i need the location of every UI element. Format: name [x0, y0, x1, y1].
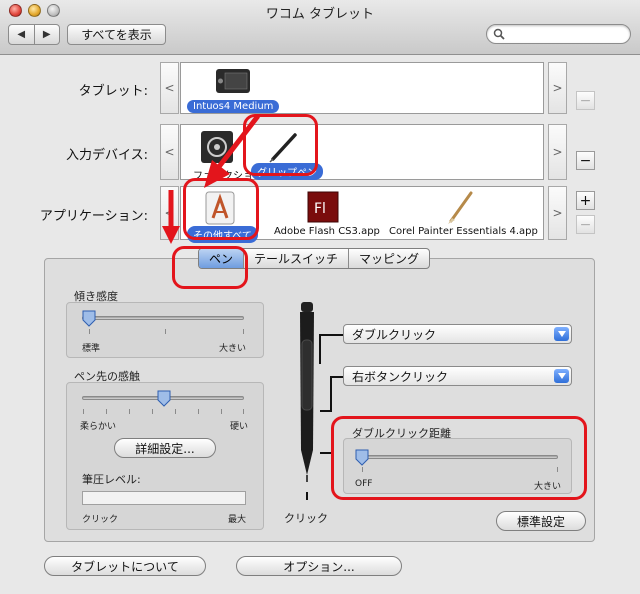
tablet-remove-button[interactable]: − [576, 91, 595, 110]
options-button[interactable]: オプション... [236, 556, 402, 576]
connector-tip [320, 452, 333, 454]
tip-feel-slider-thumb[interactable] [157, 390, 171, 407]
app-add-button[interactable]: + [576, 191, 595, 210]
svg-text:Fl: Fl [314, 201, 326, 217]
connector-lower [320, 410, 331, 412]
lower-button-value: 右ボタンクリック [352, 369, 449, 384]
tilt-min-label: 標準 [82, 344, 101, 354]
tip-tick [243, 409, 244, 414]
pressure-max-label: 最大 [228, 515, 247, 525]
tab-pen[interactable]: ペン [199, 249, 244, 268]
details-button[interactable]: 詳細設定... [114, 438, 216, 458]
forward-button[interactable]: ▶ [33, 25, 60, 44]
tablet-scroll-right[interactable]: > [548, 62, 567, 114]
pressure-level-label: 筆圧レベル: [82, 473, 141, 486]
tip-tick [175, 409, 176, 414]
tilt-max-label: 大きい [219, 344, 247, 354]
app-item-painter[interactable]: Corel Painter Essentials 4.app [389, 226, 538, 237]
pen-illustration [300, 302, 314, 500]
tablet-row-label: タブレット: [78, 84, 148, 99]
dropdown-arrow-icon [554, 327, 569, 341]
upper-button-select[interactable]: ダブルクリック [343, 324, 572, 344]
about-tablet-button[interactable]: タブレットについて [44, 556, 206, 576]
double-click-min-label: OFF [355, 479, 373, 489]
grip-pen-icon [269, 133, 297, 163]
pen-tip-label: クリック [284, 512, 328, 525]
tip-max-label: 硬い [230, 422, 249, 432]
app-item-flash[interactable]: Adobe Flash CS3.app [274, 226, 380, 237]
dbl-tick [557, 467, 558, 472]
tip-tick [198, 409, 199, 414]
tilt-tick [243, 329, 244, 334]
tip-tick [221, 409, 222, 414]
upper-button-value: ダブルクリック [352, 327, 437, 342]
back-forward-control: ◀ ▶ [8, 24, 60, 45]
double-click-slider-track[interactable] [356, 455, 558, 459]
back-button[interactable]: ◀ [9, 25, 34, 44]
double-click-max-label: 大きい [534, 482, 562, 492]
double-click-slider-thumb[interactable] [355, 449, 369, 466]
tip-tick [152, 409, 153, 414]
tip-min-label: 柔らかい [80, 422, 117, 432]
tab-mapping[interactable]: マッピング [348, 249, 429, 268]
tablet-scroll-left[interactable]: < [160, 62, 179, 114]
window-toolbar: ワコム タブレット ◀ ▶ すべてを表示 [0, 0, 640, 55]
tip-tick [83, 409, 84, 414]
connector-lower [330, 376, 332, 412]
connector-lower [330, 376, 343, 378]
tip-tick [106, 409, 107, 414]
tilt-tick [165, 329, 166, 334]
tablet-icon [216, 69, 250, 93]
tip-tick [129, 409, 130, 414]
app-scroll-right[interactable]: > [548, 186, 567, 240]
tablet-strip: Intuos4 Medium [180, 62, 544, 114]
search-icon [493, 28, 505, 43]
input-remove-button[interactable]: − [576, 151, 595, 170]
input-scroll-right[interactable]: > [548, 124, 567, 180]
search-input[interactable] [486, 24, 631, 44]
painter-brush-icon [448, 191, 473, 224]
connector-upper [319, 334, 321, 364]
pressure-min-label: クリック [82, 515, 119, 525]
flash-app-icon: Fl [307, 191, 339, 223]
window-title: ワコム タブレット [265, 7, 375, 22]
default-settings-button[interactable]: 標準設定 [496, 511, 586, 531]
dbl-tick [362, 467, 363, 472]
tab-bar: ペン テールスイッチ マッピング [198, 248, 431, 269]
app-remove-button[interactable]: − [576, 215, 595, 234]
lower-button-select[interactable]: 右ボタンクリック [343, 366, 572, 386]
tilt-tick [89, 329, 90, 334]
connector-upper [319, 334, 343, 336]
application-row-label: アプリケーション: [39, 209, 148, 224]
dropdown-arrow-icon [554, 369, 569, 383]
tilt-slider-track[interactable] [82, 316, 244, 320]
pressure-level-meter [82, 491, 246, 505]
show-all-button[interactable]: すべてを表示 [67, 24, 166, 45]
input-device-row-label: 入力デバイス: [66, 148, 148, 163]
tab-tail-switch[interactable]: テールスイッチ [243, 249, 348, 268]
tilt-slider-thumb[interactable] [82, 310, 96, 327]
annotation-arrows [162, 114, 260, 244]
